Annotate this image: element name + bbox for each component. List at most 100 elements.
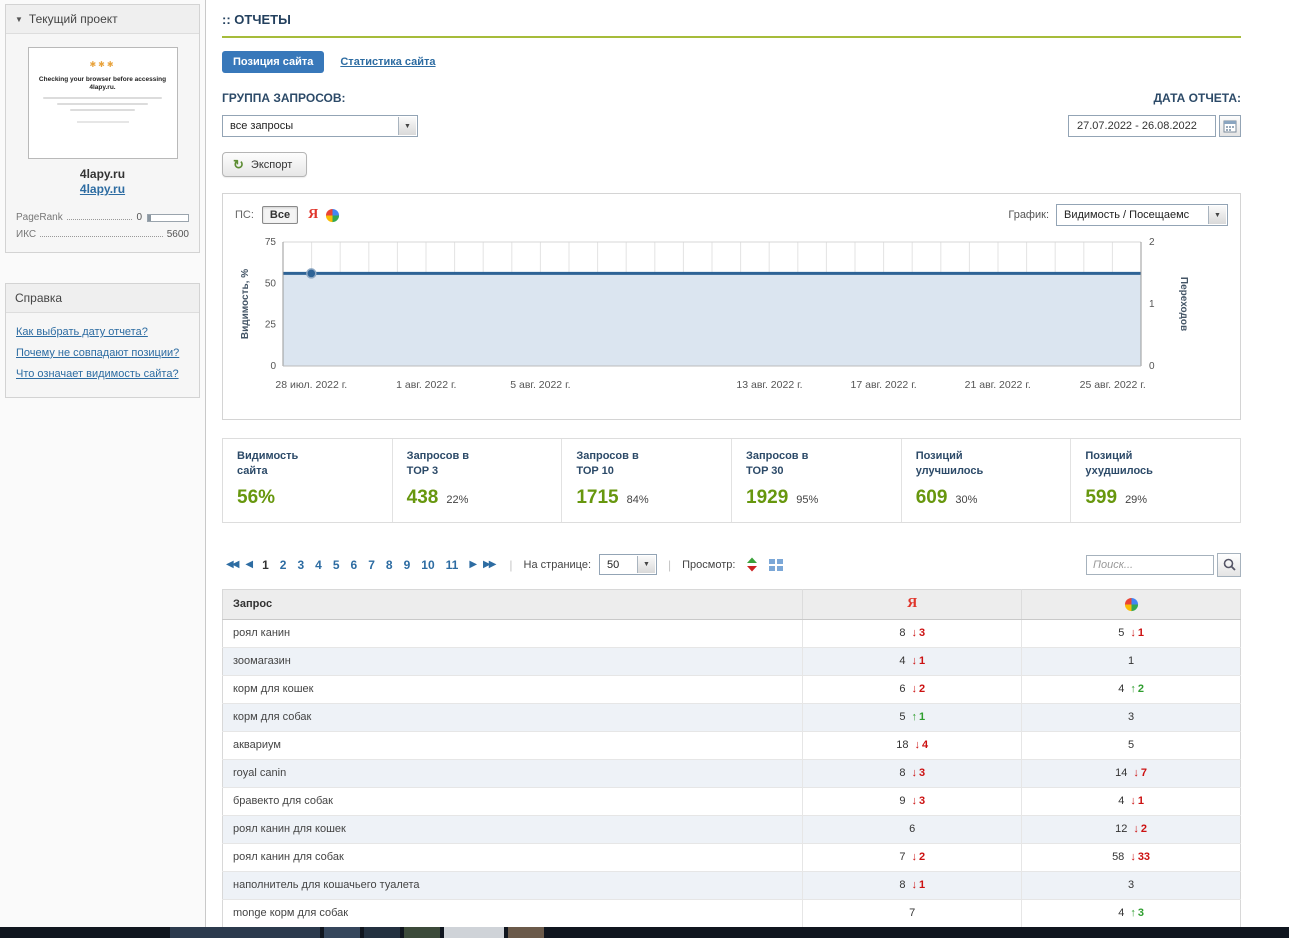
position-value: 8 — [899, 627, 906, 640]
position-cell: 6 — [802, 814, 1022, 844]
calendar-button[interactable] — [1219, 115, 1241, 137]
first-page-icon[interactable]: ◀◀ — [226, 559, 239, 570]
position-value: 7 — [909, 907, 916, 920]
report-date-filter: ДАТА ОТЧЕТА: 27.07.2022 - 26.08.2022 — [1068, 91, 1241, 137]
graph-type-value: Видимость / Посещаемс — [1064, 209, 1190, 221]
stat-value: 56% — [237, 486, 276, 508]
search-button[interactable] — [1217, 552, 1241, 577]
help-links: Как выбрать дату отчета? Почему не совпад… — [6, 313, 199, 397]
export-row: ↻ Экспорт — [222, 152, 1241, 177]
tab-site-statistics[interactable]: Статистика сайта — [340, 56, 435, 68]
position-value: 4 — [1118, 907, 1125, 920]
search-icon — [1223, 558, 1236, 571]
dotted-leader — [40, 236, 163, 237]
page-number-9[interactable]: 9 — [404, 558, 411, 572]
taskbar — [0, 927, 1289, 938]
grid-icon — [769, 558, 784, 571]
chart-body: 0 25 50 75 0 1 2 28 июл. 2022 г. 1 авг. 2022 г. 5… — [235, 236, 1228, 413]
taskbar-item — [508, 927, 544, 938]
taskbar-item — [170, 927, 320, 938]
table-row: корм для собак 5 ↑ 1 3 — [222, 702, 1241, 732]
position-delta: 4 — [922, 739, 929, 752]
position-delta: 3 — [918, 767, 926, 780]
page-number-8[interactable]: 8 — [386, 558, 393, 572]
view-label: Просмотр: — [682, 558, 736, 571]
thumbnail-placeholder-line — [42, 96, 163, 99]
help-panel: Справка Как выбрать дату отчета? Почему н… — [5, 283, 200, 398]
next-page-icon[interactable]: ▶ — [469, 559, 477, 570]
arrow-down-icon: ↓ — [911, 767, 917, 780]
stat-percent: 29% — [1125, 493, 1148, 506]
project-name: 4lapy.ru — [79, 167, 126, 181]
position-delta: 2 — [918, 683, 926, 696]
page-number-3[interactable]: 3 — [297, 558, 304, 572]
date-range-input[interactable]: 27.07.2022 - 26.08.2022 — [1068, 115, 1216, 137]
position-delta: 3 — [918, 627, 926, 640]
filter-row: ГРУППА ЗАПРОСОВ: все запросы ▼ ДАТА ОТЧЕ… — [222, 91, 1241, 137]
help-link-1[interactable]: Как выбрать дату отчета? — [16, 322, 189, 343]
position-value: 4 — [1118, 795, 1125, 808]
sort-arrows-icon — [747, 557, 758, 572]
position-cell: 9 ↓ 3 — [802, 786, 1022, 816]
thumbnail-placeholder-line — [76, 120, 129, 123]
help-link-2[interactable]: Почему не совпадают позиции? — [16, 343, 189, 364]
svg-text:5 авг. 2022 г.: 5 авг. 2022 г. — [510, 379, 570, 391]
report-date-label: ДАТА ОТЧЕТА: — [1153, 91, 1241, 105]
project-panel-header[interactable]: ▼ Текущий проект — [6, 5, 199, 34]
svg-text:25: 25 — [265, 320, 277, 331]
page-number-1[interactable]: 1 — [262, 558, 269, 572]
position-value: 1 — [1128, 655, 1135, 668]
per-page-select[interactable]: 50 ▼ — [599, 554, 658, 576]
last-page-icon[interactable]: ▶▶ — [483, 559, 496, 570]
svg-text:21 авг. 2022 г.: 21 авг. 2022 г. — [965, 379, 1031, 391]
stat-percent: 30% — [955, 493, 978, 506]
graph-type-control: График: Видимость / Посещаемс ▼ — [1008, 204, 1228, 226]
page-number-11[interactable]: 11 — [446, 558, 459, 572]
query-group-select[interactable]: все запросы ▼ — [222, 115, 418, 137]
query-group-value: все запросы — [230, 120, 294, 132]
help-link-3[interactable]: Что означает видимость сайта? — [16, 364, 189, 385]
query-cell: корм для собак — [222, 702, 803, 732]
pagerank-value: 0 — [136, 212, 142, 223]
yandex-icon[interactable]: Я — [308, 207, 318, 223]
stats-row: Видимость сайта 56% Запросов в TOP 3 438 22% За… — [222, 438, 1241, 523]
prev-page-icon[interactable]: ◀ — [245, 559, 253, 570]
visibility-chart: 0 25 50 75 0 1 2 28 июл. 2022 г. 1 авг. 2022 г. 5… — [240, 237, 1189, 391]
sort-view-button[interactable] — [745, 556, 759, 573]
collapse-icon: ▼ — [15, 14, 23, 24]
position-delta: 2 — [1137, 683, 1144, 696]
table-row: роял канин для собак 7 ↓ 2 58 ↓ 33 — [222, 842, 1241, 872]
page-number-2[interactable]: 2 — [280, 558, 287, 572]
page-number-4[interactable]: 4 — [315, 558, 322, 572]
page-number-7[interactable]: 7 — [368, 558, 375, 572]
position-delta: 1 — [918, 655, 926, 668]
ps-all-toggle[interactable]: Все — [261, 206, 299, 224]
search-input[interactable] — [1086, 554, 1214, 575]
google-column-header — [1021, 589, 1241, 620]
position-value: 4 — [1118, 683, 1125, 696]
stat-percent: 95% — [796, 493, 819, 506]
page-number-6[interactable]: 6 — [351, 558, 358, 572]
position-delta: 3 — [918, 795, 926, 808]
graph-type-select[interactable]: Видимость / Посещаемс ▼ — [1056, 204, 1228, 226]
position-delta: 1 — [1137, 627, 1144, 640]
page-number-5[interactable]: 5 — [333, 558, 340, 572]
position-value: 7 — [899, 851, 906, 864]
grid-view-button[interactable] — [768, 556, 784, 573]
iks-row: ИКС 5600 — [16, 229, 189, 240]
pagerank-meter — [147, 214, 189, 222]
export-button[interactable]: ↻ Экспорт — [222, 152, 308, 177]
query-cell: роял канин для кошек — [222, 814, 803, 844]
position-value: 5 — [899, 711, 906, 724]
arrow-down-icon: ↓ — [911, 683, 917, 696]
table-row: royal canin 8 ↓ 3 14 ↓ 7 — [222, 758, 1241, 788]
page-number-10[interactable]: 10 — [421, 558, 434, 572]
project-metrics: PageRank 0 ИКС 5600 — [6, 196, 199, 252]
help-panel-header: Справка — [6, 284, 199, 313]
project-link[interactable]: 4lapy.ru — [6, 182, 199, 196]
taskbar-item — [444, 927, 504, 938]
tabs: Позиция сайта Статистика сайта — [222, 51, 1241, 73]
tab-site-position[interactable]: Позиция сайта — [222, 51, 325, 73]
position-value: 18 — [896, 739, 909, 752]
google-icon[interactable] — [325, 208, 340, 223]
